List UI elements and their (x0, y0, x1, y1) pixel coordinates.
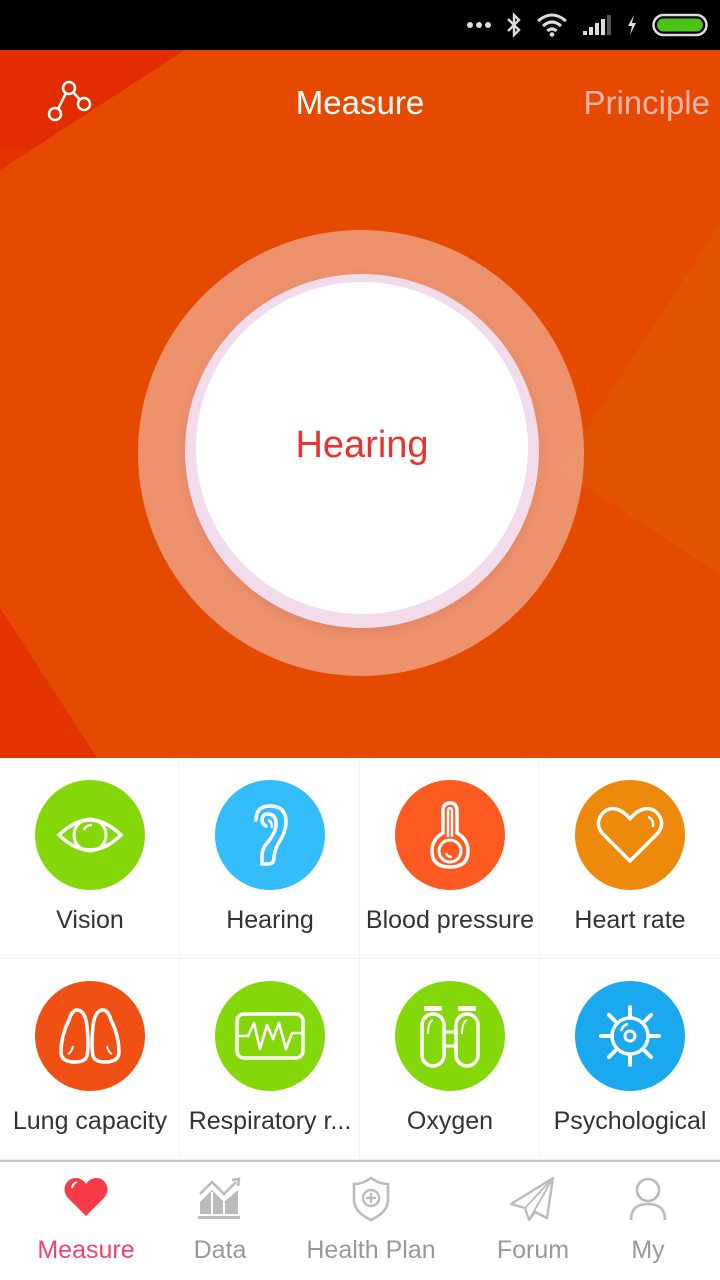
ear-icon (215, 780, 325, 890)
tab-label: Forum (496, 1236, 570, 1264)
test-label: Oxygen (406, 1107, 494, 1135)
test-item-lung-capacity[interactable]: Lung capacity (0, 959, 180, 1160)
paper-plane-icon (509, 1176, 557, 1227)
bluetooth-icon (506, 12, 522, 38)
bottom-tab-bar: Measure Data Health Plan Forum My (0, 1160, 720, 1280)
tab-my[interactable]: My (598, 1162, 698, 1280)
monitor-wave-icon (215, 981, 325, 1091)
test-label: Lung capacity (12, 1107, 168, 1135)
charging-icon (626, 14, 638, 36)
test-label: Heart rate (574, 906, 686, 934)
battery-icon (652, 13, 708, 37)
test-item-vision[interactable]: Vision (0, 758, 180, 959)
oxygen-tank-icon (395, 981, 505, 1091)
tab-label: My (631, 1236, 665, 1264)
heart-icon (63, 1176, 109, 1223)
selected-test-label: Hearing (295, 423, 429, 466)
hero-panel: Measure Principle Hearing (0, 50, 720, 758)
test-label: Psychological (553, 1107, 707, 1135)
test-grid: Vision Hearing Blood pressure Heart rate… (0, 758, 720, 1160)
test-item-heart-rate[interactable]: Heart rate (540, 758, 720, 959)
lungs-icon (35, 981, 145, 1091)
user-icon (628, 1176, 668, 1227)
tab-label: Health Plan (306, 1236, 436, 1264)
heart-icon (575, 780, 685, 890)
tab-label: Measure (37, 1236, 135, 1264)
thermometer-icon (395, 780, 505, 890)
principle-link[interactable]: Principle (583, 84, 710, 122)
virus-gear-icon (575, 981, 685, 1091)
eye-icon (35, 780, 145, 890)
wifi-icon (536, 13, 568, 37)
tab-forum[interactable]: Forum (474, 1162, 592, 1280)
chart-icon (198, 1176, 242, 1225)
test-item-oxygen[interactable]: Oxygen (360, 959, 540, 1160)
test-item-blood-pressure[interactable]: Blood pressure (360, 758, 540, 959)
tab-label: Data (193, 1236, 247, 1264)
tab-measure[interactable]: Measure (0, 1162, 172, 1280)
start-test-button[interactable]: Hearing (196, 282, 528, 614)
test-item-respiratory-rate[interactable]: Respiratory r... (180, 959, 360, 1160)
test-label: Hearing (226, 906, 314, 934)
more-dots-icon (466, 20, 492, 30)
tab-data[interactable]: Data (158, 1162, 282, 1280)
test-label: Respiratory r... (188, 1107, 352, 1135)
test-item-psychological[interactable]: Psychological (540, 959, 720, 1160)
test-label: Blood pressure (365, 906, 535, 934)
tab-health-plan[interactable]: Health Plan (296, 1162, 446, 1280)
test-item-hearing[interactable]: Hearing (180, 758, 360, 959)
signal-icon (582, 14, 612, 36)
shield-plus-icon (351, 1176, 391, 1227)
test-label: Vision (56, 906, 124, 934)
status-bar (0, 0, 720, 50)
